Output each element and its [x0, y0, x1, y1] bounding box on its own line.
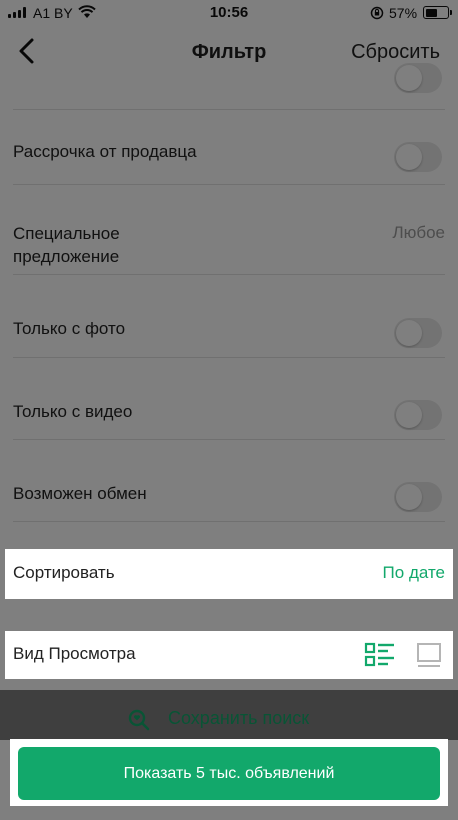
filter-label: Только с видео: [13, 402, 133, 421]
nav-bar: Фильтр Сбросить: [0, 26, 458, 76]
scrolled-filter-row: [0, 63, 458, 110]
status-bar: A1 BY 10:56 57%: [0, 0, 458, 26]
battery-icon: [423, 6, 452, 19]
save-search-icon: [128, 709, 150, 731]
filter-row-photo[interactable]: Только с фото: [0, 275, 458, 358]
view-mode-row: Вид Просмотра: [5, 631, 453, 679]
toggle-switch[interactable]: [394, 63, 442, 93]
filter-row-installment[interactable]: Рассрочка от продавца: [0, 110, 458, 185]
toggle-switch[interactable]: [394, 482, 442, 512]
sort-value[interactable]: По дате: [383, 563, 445, 583]
show-results-button[interactable]: Показать 5 тыс. объявлений: [18, 747, 440, 800]
battery-percent: 57%: [389, 5, 418, 21]
toggle-switch[interactable]: [394, 318, 442, 348]
grid-view-icon[interactable]: [416, 642, 442, 668]
filter-label: Рассрочка от продавца: [13, 142, 197, 161]
reset-button[interactable]: Сбросить: [351, 41, 440, 64]
rotation-lock-icon: [370, 6, 384, 20]
filter-value: Любое: [392, 223, 445, 242]
sort-row[interactable]: Сортировать По дате: [5, 549, 453, 599]
filter-label: Специальное предложение: [13, 224, 120, 266]
cta-container: Показать 5 тыс. объявлений: [10, 739, 448, 806]
toggle-switch[interactable]: [394, 142, 442, 172]
sort-label: Сортировать: [13, 563, 115, 582]
view-mode-label: Вид Просмотра: [13, 644, 136, 663]
list-view-icon[interactable]: [364, 642, 396, 668]
filter-row-video[interactable]: Только с видео: [0, 358, 458, 440]
filter-row-special-offer[interactable]: Специальное предложение Любое: [0, 185, 458, 275]
filter-label: Только с фото: [13, 319, 126, 338]
filter-label: Возможен обмен: [13, 484, 147, 503]
save-search-label: Сохранить поиск: [168, 708, 310, 728]
save-search-button[interactable]: Сохранить поиск: [0, 705, 458, 731]
filter-row-exchange[interactable]: Возможен обмен: [0, 440, 458, 522]
toggle-switch[interactable]: [394, 400, 442, 430]
